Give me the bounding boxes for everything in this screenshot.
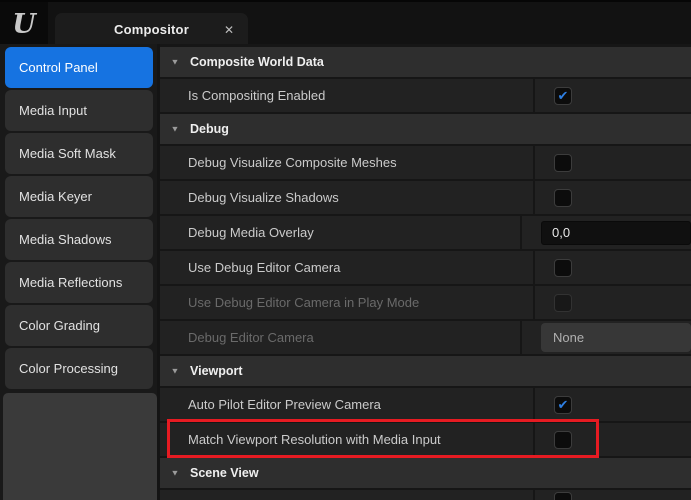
- sidebar-item-media-soft-mask[interactable]: Media Soft Mask: [5, 133, 153, 174]
- sidebar-item-media-shadows[interactable]: Media Shadows: [5, 219, 153, 260]
- unreal-logo: U: [0, 2, 48, 46]
- property-label-cell: Debug Visualize Composite Meshes: [160, 146, 535, 179]
- chevron-down-icon: ▼: [160, 58, 190, 67]
- property-label: Debug Editor Camera: [188, 330, 314, 345]
- sidebar-item-control-panel[interactable]: Control Panel: [5, 47, 153, 88]
- section-title: Composite World Data: [190, 55, 324, 69]
- property-value-cell: ✔: [535, 181, 691, 214]
- sidebar-item-label: Media Shadows: [19, 232, 112, 247]
- checkbox-auto-pilot-editor-preview-camera[interactable]: ✔: [554, 396, 572, 414]
- property-label: Match Viewport Resolution with Media Inp…: [188, 432, 441, 447]
- property-label: Debug Visualize Shadows: [188, 190, 339, 205]
- check-icon: ✔: [558, 398, 569, 411]
- properties-panel: ▼Composite World DataIs Compositing Enab…: [160, 44, 691, 500]
- tab-bar: U Compositor ✕: [0, 0, 691, 44]
- property-value-cell: None: [522, 321, 691, 354]
- sidebar-item-media-reflections[interactable]: Media Reflections: [5, 262, 153, 303]
- property-row-item: ✔: [160, 490, 691, 500]
- property-value-cell: ✔: [535, 423, 691, 456]
- close-icon[interactable]: ✕: [224, 24, 234, 36]
- dropdown-debug-editor-camera: None: [541, 323, 691, 352]
- compositor-window: U Compositor ✕ Control Panel Media Input M…: [0, 0, 691, 500]
- property-row-debug-visualize-composite-meshes: Debug Visualize Composite Meshes ✔: [160, 146, 691, 179]
- property-row-is-compositing-enabled: Is Compositing Enabled ✔: [160, 79, 691, 112]
- section-header-scene-view[interactable]: ▼Scene View: [160, 458, 691, 488]
- property-row-debug-media-overlay: Debug Media Overlay: [160, 216, 691, 249]
- dropdown-value: None: [553, 330, 584, 345]
- sidebar-item-label: Control Panel: [19, 60, 98, 75]
- property-label: Debug Visualize Composite Meshes: [188, 155, 397, 170]
- checkbox-is-compositing-enabled[interactable]: ✔: [554, 87, 572, 105]
- sidebar-item-label: Media Keyer: [19, 189, 92, 204]
- property-label: Use Debug Editor Camera: [188, 260, 340, 275]
- section-header-viewport[interactable]: ▼Viewport: [160, 356, 691, 386]
- check-icon: ✔: [558, 89, 569, 102]
- sidebar-item-label: Color Grading: [19, 318, 100, 333]
- property-value-cell: ✔: [535, 490, 691, 500]
- text-input-debug-media-overlay[interactable]: [541, 221, 691, 245]
- property-row-use-debug-editor-camera-in-play-mode: Use Debug Editor Camera in Play Mode ✔: [160, 286, 691, 319]
- property-value-cell: ✔: [535, 146, 691, 179]
- property-row-debug-visualize-shadows: Debug Visualize Shadows ✔: [160, 181, 691, 214]
- checkbox-match-viewport-resolution-with-media-input[interactable]: ✔: [554, 431, 572, 449]
- sidebar-item-media-keyer[interactable]: Media Keyer: [5, 176, 153, 217]
- section-title: Debug: [190, 122, 229, 136]
- sidebar-item-label: Media Input: [19, 103, 87, 118]
- sidebar-empty-area: [3, 393, 157, 500]
- property-label: Auto Pilot Editor Preview Camera: [188, 397, 381, 412]
- section-header-debug[interactable]: ▼Debug: [160, 114, 691, 144]
- property-label-cell: Debug Editor Camera: [160, 321, 522, 354]
- property-value-cell: ✔: [535, 388, 691, 421]
- checkbox-debug-visualize-composite-meshes[interactable]: ✔: [554, 154, 572, 172]
- property-row-use-debug-editor-camera: Use Debug Editor Camera ✔: [160, 251, 691, 284]
- property-value-cell: ✔: [535, 286, 691, 319]
- sidebar-item-color-processing[interactable]: Color Processing: [5, 348, 153, 389]
- property-label-cell: Auto Pilot Editor Preview Camera: [160, 388, 535, 421]
- property-label-cell: Use Debug Editor Camera in Play Mode: [160, 286, 535, 319]
- property-row-auto-pilot-editor-preview-camera: Auto Pilot Editor Preview Camera ✔: [160, 388, 691, 421]
- property-label-cell: Debug Visualize Shadows: [160, 181, 535, 214]
- sidebar-item-label: Media Reflections: [19, 275, 122, 290]
- property-label-cell: Debug Media Overlay: [160, 216, 522, 249]
- property-value-cell: [522, 216, 691, 249]
- property-row-debug-editor-camera: Debug Editor Camera None: [160, 321, 691, 354]
- checkbox-item[interactable]: ✔: [554, 492, 572, 500]
- sidebar-item-media-input[interactable]: Media Input: [5, 90, 153, 131]
- property-label-cell: Match Viewport Resolution with Media Inp…: [160, 423, 535, 456]
- section-title: Scene View: [190, 466, 259, 480]
- checkbox-use-debug-editor-camera-in-play-mode: ✔: [554, 294, 572, 312]
- sidebar-item-color-grading[interactable]: Color Grading: [5, 305, 153, 346]
- property-value-cell: ✔: [535, 79, 691, 112]
- tab-compositor[interactable]: Compositor ✕: [55, 13, 248, 46]
- checkbox-debug-visualize-shadows[interactable]: ✔: [554, 189, 572, 207]
- checkbox-use-debug-editor-camera[interactable]: ✔: [554, 259, 572, 277]
- property-label: Use Debug Editor Camera in Play Mode: [188, 295, 419, 310]
- tab-title: Compositor: [114, 22, 189, 37]
- unreal-logo-icon: U: [12, 11, 36, 38]
- property-label-cell: Is Compositing Enabled: [160, 79, 535, 112]
- sidebar-item-label: Color Processing: [19, 361, 118, 376]
- property-label: Debug Media Overlay: [188, 225, 314, 240]
- section-title: Viewport: [190, 364, 243, 378]
- chevron-down-icon: ▼: [160, 125, 190, 134]
- sidebar-item-label: Media Soft Mask: [19, 146, 116, 161]
- property-label: Is Compositing Enabled: [188, 88, 325, 103]
- chevron-down-icon: ▼: [160, 469, 190, 478]
- property-row-match-viewport-resolution-with-media-input: Match Viewport Resolution with Media Inp…: [160, 423, 691, 456]
- property-label-cell: [160, 490, 535, 500]
- chevron-down-icon: ▼: [160, 367, 190, 376]
- section-header-composite-world-data[interactable]: ▼Composite World Data: [160, 47, 691, 77]
- property-label-cell: Use Debug Editor Camera: [160, 251, 535, 284]
- property-value-cell: ✔: [535, 251, 691, 284]
- sidebar: Control Panel Media Input Media Soft Mask M…: [0, 44, 160, 500]
